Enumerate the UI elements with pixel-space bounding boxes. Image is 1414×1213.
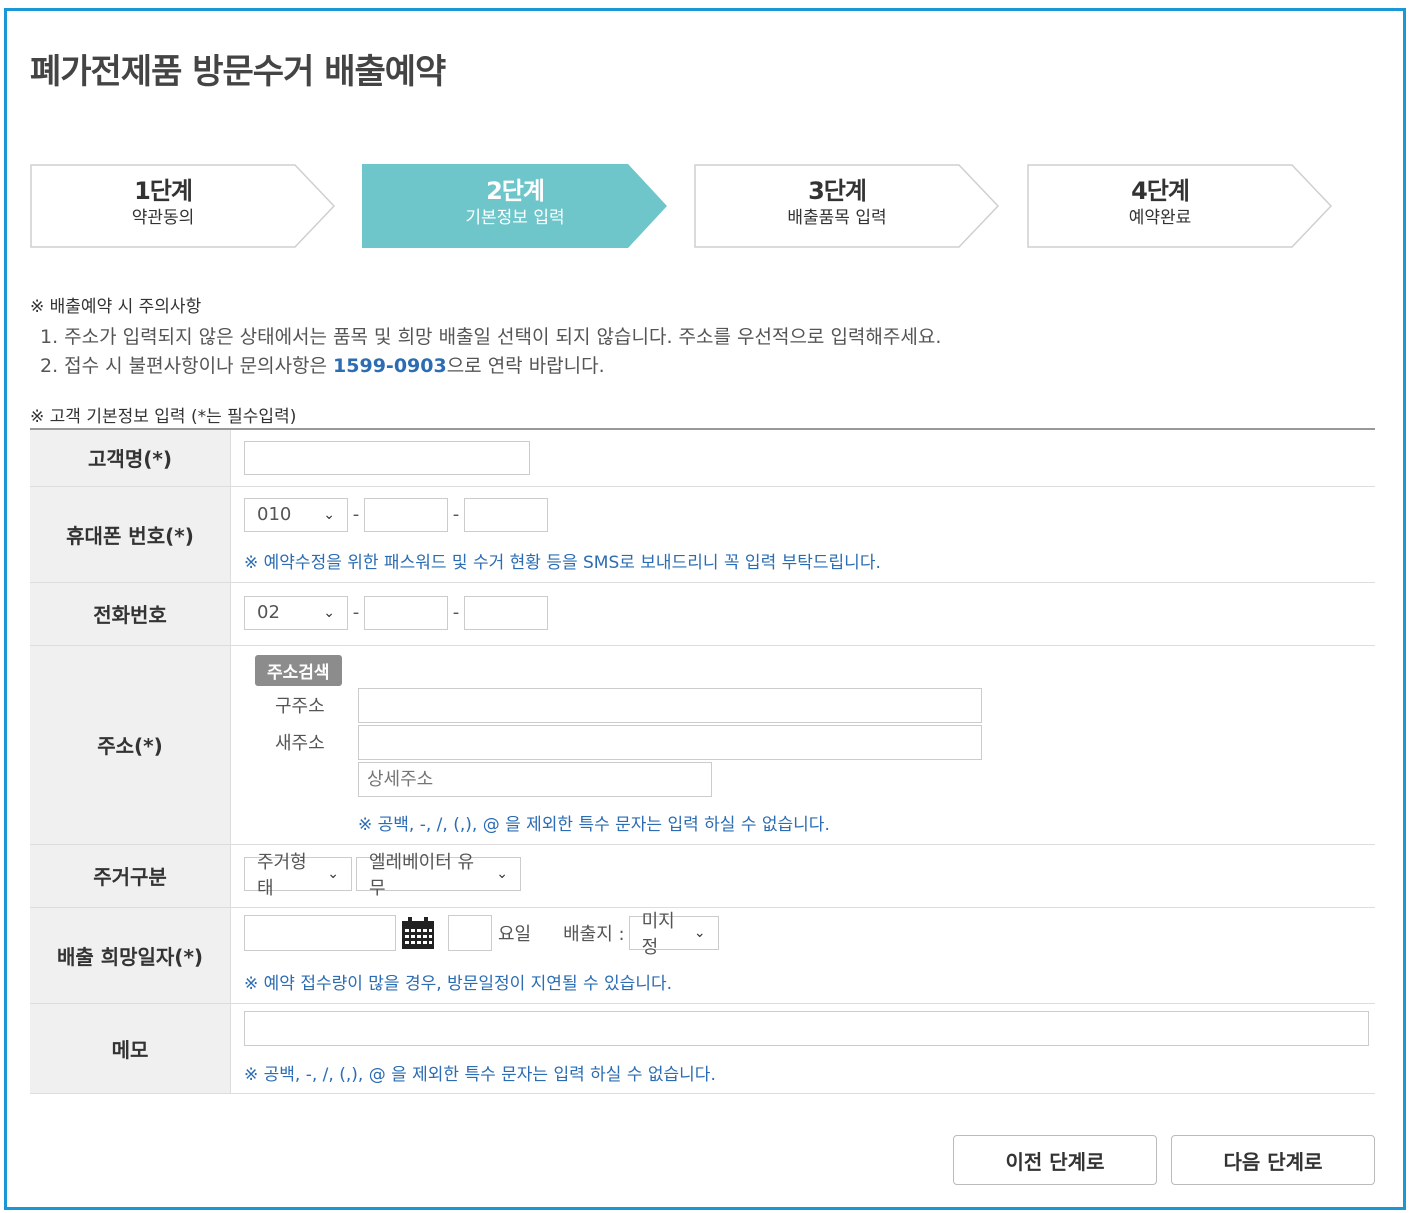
form-row-name: 고객명(*) [30,429,1375,487]
step-3-number: 3단계 [808,177,867,205]
tel-prefix-value: 02 [257,602,280,623]
mobile-last-input[interactable] [464,497,548,532]
form-row-date: 배출 희망일자(*) 요일 배출지: 미지정 ⌄ ※ 예약 접수량이 많을 경… [30,907,1375,1004]
prev-step-button[interactable]: 이전 단계로 [953,1135,1157,1185]
dash: - [452,602,460,623]
step-3-label: 배출품목 입력 [787,208,887,228]
mobile-label: 휴대폰 번호(*) [30,486,231,583]
detail-address-input[interactable] [358,761,712,797]
weekday-input[interactable] [448,914,492,951]
elevator-value: 엘레베이터 유무 [369,852,475,899]
chevron-down-icon: ⌄ [323,604,335,621]
chevron-down-icon: ⌄ [323,506,335,523]
chevron-down-icon: ⌄ [327,866,339,882]
chevron-down-icon: ⌄ [496,866,508,882]
customer-name-input[interactable] [244,440,530,475]
notice-item-1: 1. 주소가 입력되지 않은 상태에서는 품목 및 희망 배출일 선택이 되지 … [40,326,942,348]
new-address-label: 새주소 [275,733,325,754]
notice-heading: ※ 배출예약 시 주의사항 [30,297,202,317]
step-1-label: 약관동의 [131,208,195,228]
page-title: 폐가전제품 방문수거 배출예약 [30,52,446,92]
address-label: 주소(*) [30,645,231,845]
form-row-address: 주소(*) 주소검색 구주소 새주소 ※ 공백, -, /, (,), @ 을 … [30,645,1375,845]
place-value: 미지정 [641,910,675,958]
name-label: 고객명(*) [30,429,231,487]
mobile-help-text: ※ 예약수정을 위한 패스워드 및 수거 현황 등을 SMS로 보내드리니 꼭 … [244,552,881,573]
old-address-input[interactable] [358,687,982,723]
customer-info-form: 고객명(*) 휴대폰 번호(*) 010 ⌄ - - ※ 예약수정을 위한 패스워… [30,428,1375,1094]
date-label: 배출 희망일자(*) [30,907,231,1004]
step-2-label: 기본정보 입력 [465,208,565,228]
place-label: 배출지 : [563,923,625,945]
step-1-number: 1단계 [134,177,193,205]
memo-help-text: ※ 공백, -, /, (,), @ 을 제외한 특수 문자는 입력 하실 수 … [244,1065,716,1085]
tel-last-input[interactable] [464,595,548,630]
step-1: 1단계약관동의 [30,164,336,248]
form-row-tel: 전화번호 02 ⌄ - - [30,582,1375,646]
next-step-button[interactable]: 다음 단계로 [1171,1135,1375,1185]
weekday-suffix: 요일 [498,923,532,945]
chevron-down-icon: ⌄ [693,924,706,941]
address-help-text: ※ 공백, -, /, (,), @ 을 제외한 특수 문자는 입력 하실 수 … [358,814,830,835]
notice-item-2: 2. 접수 시 불편사항이나 문의사항은 1599-0903으로 연락 바랍니다… [40,351,605,378]
step-2: 2단계기본정보 입력 [362,164,668,248]
step-4-label: 예약완료 [1128,208,1192,228]
new-address-input[interactable] [358,724,982,760]
tel-prefix-select[interactable]: 02 ⌄ [244,595,348,630]
mobile-prefix-select[interactable]: 010 ⌄ [244,497,348,532]
memo-label: 메모 [30,1003,231,1094]
calendar-icon[interactable] [400,915,436,951]
dash: - [352,504,360,525]
notice-item-2-suffix: 으로 연락 바랍니다. [446,355,605,377]
mobile-middle-input[interactable] [364,497,448,532]
housing-type-select[interactable]: 주거형태 ⌄ [244,852,352,899]
memo-input[interactable] [244,1011,1369,1046]
step-3: 3단계배출품목 입력 [694,164,1000,248]
tel-label: 전화번호 [30,582,231,646]
form-row-memo: 메모 ※ 공백, -, /, (,), @ 을 제외한 특수 문자는 입력 하실… [30,1003,1375,1094]
step-4-number: 4단계 [1131,177,1190,205]
place-select[interactable]: 미지정 ⌄ [628,911,719,958]
pickup-date-input[interactable] [244,914,396,951]
form-row-mobile: 휴대폰 번호(*) 010 ⌄ - - ※ 예약수정을 위한 패스워드 및 수거 … [30,486,1375,583]
dash: - [352,602,360,623]
housing-type-value: 주거형태 [257,852,307,899]
step-4: 4단계예약완료 [1027,164,1333,248]
old-address-label: 구주소 [275,696,325,717]
address-search-button[interactable]: 주소검색 [255,654,342,686]
step-2-number: 2단계 [486,177,545,205]
form-row-housing: 주거구분 주거형태 ⌄ 엘레베이터 유무 ⌄ [30,844,1375,908]
contact-phone: 1599-0903 [333,355,447,377]
dash: - [452,504,460,525]
notice-item-2-text: 2. 접수 시 불편사항이나 문의사항은 [40,355,334,377]
housing-label: 주거구분 [30,844,231,908]
tel-middle-input[interactable] [364,595,448,630]
date-help-text: ※ 예약 접수량이 많을 경우, 방문일정이 지연될 수 있습니다. [244,973,673,994]
form-heading: ※ 고객 기본정보 입력 (*는 필수입력) [30,407,297,427]
elevator-select[interactable]: 엘레베이터 유무 ⌄ [356,852,521,899]
mobile-prefix-value: 010 [257,504,292,525]
step-progress: 1단계약관동의 2단계기본정보 입력 3단계배출품목 입력 4단계예약완료 [30,164,1350,248]
